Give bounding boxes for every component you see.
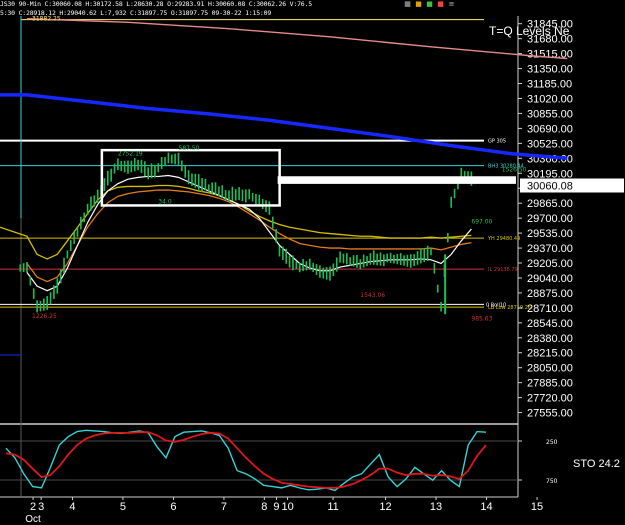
y-tick-label: 29535.00 [527, 228, 573, 240]
y-tick-label: 28380.00 [527, 333, 573, 345]
annotation-label: 985.63 [471, 316, 492, 323]
annotation-label: 1526.50 [502, 166, 527, 173]
x-tick-label: 13 [430, 501, 442, 513]
annotation-label: 587.50 [179, 145, 200, 152]
annotation-label: 1226.25 [32, 313, 57, 320]
x-tick-label: 15 [531, 501, 543, 513]
x-tick-label: 7 [221, 501, 227, 513]
y-tick-label: 28875.00 [527, 288, 573, 300]
price-chart[interactable]: 31845.0031680.0031515.0031350.0031185.00… [0, 0, 625, 525]
x-tick-label: 4 [69, 501, 75, 513]
level-label: 0 Roll10 [486, 302, 506, 308]
level-label: IL 29138.79 [488, 267, 518, 273]
annotation-label: 1543.06 [360, 292, 385, 299]
x-tick-label: 8 [261, 501, 267, 513]
level-label: GP 305 [488, 139, 506, 145]
y-tick-label: 28050.00 [527, 363, 573, 375]
y-tick-label: 29205.00 [527, 258, 573, 270]
y-tick-label: 29370.00 [527, 243, 573, 255]
x-tick-label: 11 [327, 501, 338, 513]
x-tick-label: 14 [480, 501, 492, 513]
y-tick-label: 30690.00 [527, 123, 573, 135]
x-tick-label: 10 [281, 501, 293, 513]
y-tick-label: 31020.00 [527, 93, 573, 105]
y-tick-label: 30195.00 [527, 168, 573, 180]
y-tick-label: 28710.00 [527, 303, 573, 315]
x-tick-label: 5 [120, 501, 126, 513]
y-tick-label: 27885.00 [527, 378, 573, 390]
annotation-label: 34.0 [158, 199, 172, 206]
x-tick-label: 9 [273, 501, 279, 513]
y-tick-label: 31680.00 [527, 34, 573, 46]
level-label: YH 29480.49 [487, 236, 520, 242]
y-tick-label: 28545.00 [527, 318, 573, 330]
y-tick-label: 27720.00 [527, 393, 573, 405]
osc-tick-label: 750 [546, 478, 558, 485]
last-price-label: 30060.08 [527, 181, 573, 193]
annotation-label: 31882.25 [32, 16, 61, 23]
y-tick-label: 30525.00 [527, 138, 573, 150]
annotation-label: 2752.19 [118, 151, 143, 158]
y-tick-label: 29040.00 [527, 273, 573, 285]
x-tick-label: 12 [379, 501, 391, 513]
y-tick-label: 29865.00 [527, 198, 573, 210]
y-tick-label: 27555.00 [527, 408, 573, 420]
y-tick-label: 31185.00 [527, 79, 572, 91]
y-tick-label: 31845.00 [527, 19, 573, 31]
y-tick-label: 29700.00 [527, 213, 573, 225]
ma-blue-line [0, 93, 568, 161]
y-tick-label: 28215.00 [527, 348, 573, 360]
ma-pink-line [26, 18, 568, 60]
x-tick-label: 6 [170, 501, 176, 513]
x-month-label: Oct [25, 514, 41, 525]
y-tick-label: 31350.00 [527, 64, 573, 76]
annotation-label: 697.00 [471, 219, 492, 226]
stoch-k-line [5, 429, 487, 492]
x-tick-label: 2 [30, 501, 36, 513]
x-tick-label: 3 [38, 501, 44, 513]
zone-box [277, 176, 516, 184]
osc-tick-label: 250 [546, 439, 558, 446]
y-tick-label: 30855.00 [527, 108, 573, 120]
